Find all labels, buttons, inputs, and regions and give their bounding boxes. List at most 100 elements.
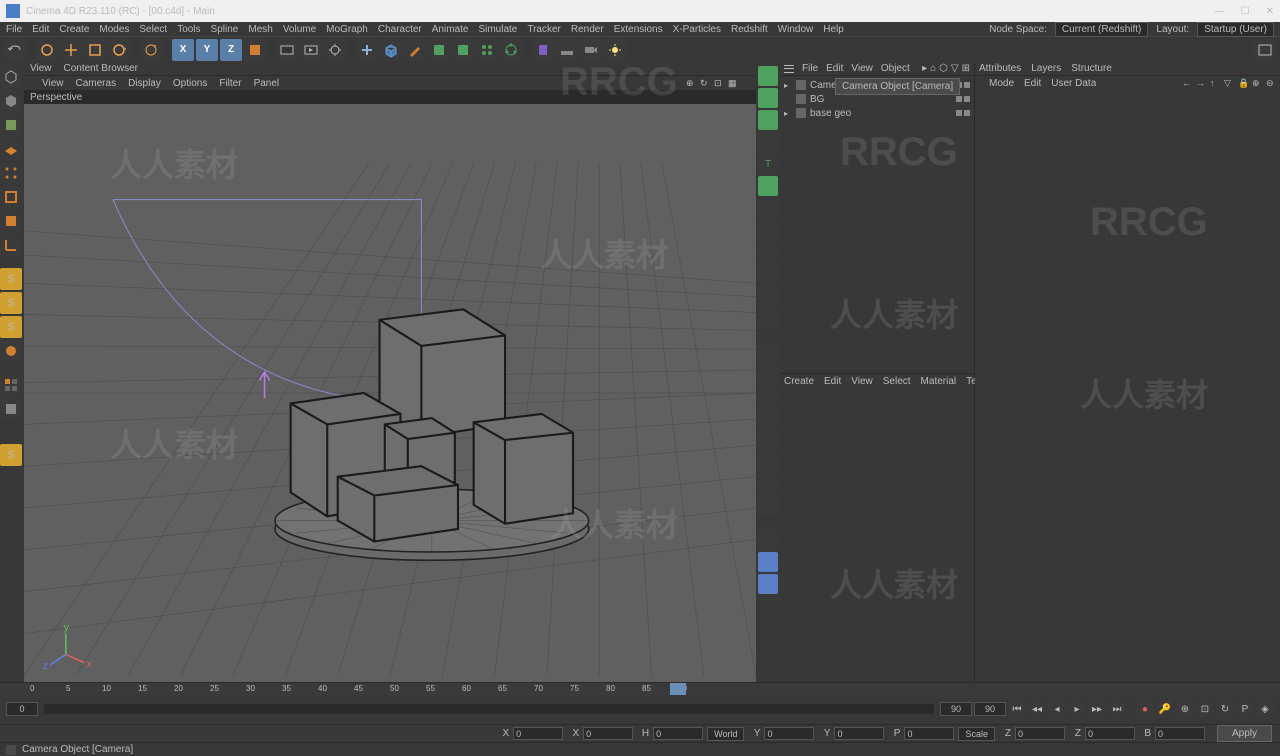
menu-window[interactable]: Window (778, 24, 814, 35)
rt-2-icon[interactable] (758, 88, 778, 108)
rt-6-icon[interactable] (758, 176, 778, 196)
close-button[interactable]: ✕ (1266, 6, 1274, 17)
b-input[interactable] (1155, 727, 1205, 740)
recent-tool-button[interactable] (140, 39, 162, 61)
mat-create[interactable]: Create (784, 376, 814, 387)
attr-filter-icon[interactable]: ▽ (1224, 78, 1234, 88)
vpmenu-cameras[interactable]: Cameras (76, 78, 117, 89)
pen-button[interactable] (404, 39, 426, 61)
vp-nav-2-icon[interactable]: ↻ (700, 78, 710, 88)
layout-dropdown[interactable]: Startup (User) (1197, 22, 1274, 37)
maximize-button[interactable]: ☐ (1241, 6, 1250, 17)
apply-button[interactable]: Apply (1217, 725, 1272, 742)
move-button[interactable] (60, 39, 82, 61)
render-pv-button[interactable] (300, 39, 322, 61)
attr-up-icon[interactable]: ↑ (1210, 78, 1220, 88)
record-button[interactable]: ● (1136, 700, 1154, 718)
menu-file[interactable]: File (6, 24, 22, 35)
world-dropdown[interactable]: World (707, 727, 744, 741)
undo-button[interactable] (4, 39, 26, 61)
p-input[interactable] (904, 727, 954, 740)
rt-17-icon[interactable] (758, 430, 778, 450)
rt-7-icon[interactable] (758, 198, 778, 218)
menu-redshift[interactable]: Redshift (731, 24, 768, 35)
obj-tool-2-icon[interactable]: ⌂ (930, 63, 936, 74)
tab-content-browser[interactable]: Content Browser (64, 63, 138, 74)
autokey-button[interactable]: 🔑 (1156, 700, 1174, 718)
points-mode-button[interactable] (0, 162, 22, 184)
menu-xparticles[interactable]: X-Particles (673, 24, 721, 35)
sz-input[interactable] (1085, 727, 1135, 740)
workplane-button[interactable] (0, 138, 22, 160)
content-browser-button[interactable] (1254, 39, 1276, 61)
rt-23-icon[interactable] (758, 574, 778, 594)
attr-mode[interactable]: Mode (989, 78, 1014, 89)
obj-menu-file[interactable]: File (802, 63, 818, 74)
material-area[interactable] (780, 389, 974, 682)
viewport-solo-button[interactable] (0, 374, 22, 396)
coord-system-button[interactable] (244, 39, 266, 61)
h-input[interactable] (653, 727, 703, 740)
array-button[interactable] (500, 39, 522, 61)
rt-9-icon[interactable] (758, 242, 778, 262)
vp-nav-4-icon[interactable]: ▦ (728, 78, 738, 88)
rt-13-icon[interactable] (758, 342, 778, 362)
menu-select[interactable]: Select (139, 24, 167, 35)
key-param-button[interactable]: P (1236, 700, 1254, 718)
scale-dropdown[interactable]: Scale (958, 727, 995, 741)
bend-button[interactable] (532, 39, 554, 61)
frame-start-input[interactable] (6, 702, 38, 716)
snap-settings-button[interactable]: S (0, 444, 22, 466)
menu-animate[interactable]: Animate (432, 24, 469, 35)
key-rot-button[interactable]: ↻ (1216, 700, 1234, 718)
menu-edit[interactable]: Edit (32, 24, 49, 35)
vpmenu-filter[interactable]: Filter (219, 78, 241, 89)
mat-select[interactable]: Select (883, 376, 911, 387)
tab-attributes[interactable]: Attributes (979, 63, 1021, 74)
extrude-button[interactable] (452, 39, 474, 61)
obj-basegeo[interactable]: ▸ base geo (784, 106, 970, 120)
axis-button[interactable] (0, 234, 22, 256)
menu-simulate[interactable]: Simulate (478, 24, 517, 35)
attr-close-icon[interactable]: ⊖ (1266, 78, 1276, 88)
vp-nav-3-icon[interactable]: ⊡ (714, 78, 724, 88)
attr-lock-icon[interactable]: 🔒 (1238, 78, 1248, 88)
attr-userdata[interactable]: User Data (1051, 78, 1096, 89)
rt-8-icon[interactable] (758, 220, 778, 240)
rt-15-icon[interactable] (758, 386, 778, 406)
z-axis-button[interactable]: Z (220, 39, 242, 61)
timeline-scrollbar[interactable] (44, 704, 934, 714)
make-editable-button[interactable] (0, 66, 22, 88)
y-input[interactable] (764, 727, 814, 740)
live-select-button[interactable] (36, 39, 58, 61)
null-button[interactable] (356, 39, 378, 61)
key-scale-button[interactable]: ⊡ (1196, 700, 1214, 718)
obj-menu-edit[interactable]: Edit (826, 63, 843, 74)
vpmenu-panel[interactable]: Panel (254, 78, 280, 89)
subdiv-button[interactable] (428, 39, 450, 61)
attr-edit[interactable]: Edit (1024, 78, 1041, 89)
play-back-button[interactable]: ◂ (1048, 700, 1066, 718)
attr-back-icon[interactable]: ← (1182, 78, 1192, 88)
cloner-button[interactable] (476, 39, 498, 61)
mat-edit[interactable]: Edit (824, 376, 841, 387)
rt-11-icon[interactable] (758, 286, 778, 306)
play-button[interactable]: ▸ (1068, 700, 1086, 718)
menu-help[interactable]: Help (823, 24, 844, 35)
menu-render[interactable]: Render (571, 24, 604, 35)
camera-button[interactable] (580, 39, 602, 61)
snap3-button[interactable]: S (0, 316, 22, 338)
menu-volume[interactable]: Volume (283, 24, 316, 35)
minimize-button[interactable]: — (1215, 6, 1225, 17)
rt-20-icon[interactable] (758, 496, 778, 516)
go-end-button[interactable]: ⏭ (1108, 700, 1126, 718)
next-key-button[interactable]: ▸▸ (1088, 700, 1106, 718)
obj-tool-1-icon[interactable]: ▸ (922, 63, 927, 74)
sy-input[interactable] (834, 727, 884, 740)
mat-material[interactable]: Material (921, 376, 957, 387)
rt-18-icon[interactable] (758, 452, 778, 472)
rt-16-icon[interactable] (758, 408, 778, 428)
rt-4-icon[interactable] (758, 132, 778, 152)
rt-19-icon[interactable] (758, 474, 778, 494)
rotate-button[interactable] (108, 39, 130, 61)
